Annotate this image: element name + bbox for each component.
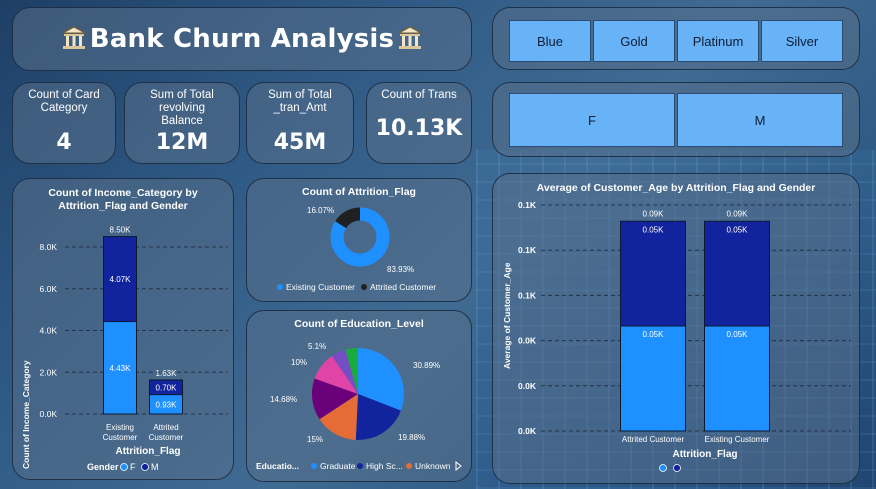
data-label-f: 0.05K <box>727 330 749 339</box>
slicer-blue[interactable]: Blue <box>509 20 591 62</box>
kpi-label: Sum of Total _tran_Amt <box>268 89 332 114</box>
data-label-f: 0.05K <box>643 330 665 339</box>
bank-icon <box>398 26 422 49</box>
legend-label-graduate: Graduate <box>320 461 356 471</box>
y-tick-label: 0.0K <box>518 381 537 391</box>
y-tick-label: 0.1K <box>518 200 537 210</box>
x-tick-label: Attrited <box>153 423 178 432</box>
slicer-silver[interactable]: Silver <box>761 20 843 62</box>
kpi-value: 12M <box>155 130 209 155</box>
customer-age-chart: Average of Customer_Age 0.0K 0.0K 0.0K 0.1K… <box>502 200 851 472</box>
data-label-total: 0.09K <box>727 209 749 218</box>
x-tick-label: Customer <box>149 433 184 442</box>
legend-marker-m <box>141 463 149 471</box>
income-category-chart: Count of Income_Category 0.0K 2.0K 4.0K 6.0… <box>21 226 228 472</box>
y-axis-label: Average of Customer_Age <box>502 262 512 369</box>
data-label-m: 0.70K <box>156 383 178 392</box>
kpi-label: Sum of Total revolving Balance <box>150 89 214 127</box>
legend-label-f: F <box>130 462 136 472</box>
legend-label-existing: Existing Customer <box>286 282 355 292</box>
pie-label: 10% <box>291 358 307 367</box>
legend-marker-attrited <box>361 284 367 290</box>
y-tick-label: 0.0K <box>518 336 537 346</box>
data-label-f: 4.43K <box>110 364 132 373</box>
gender-slicer: F M <box>492 82 860 157</box>
bar-segment-f[interactable] <box>704 325 770 432</box>
bar-segment-m[interactable] <box>704 220 770 327</box>
legend-title: Educatio... <box>256 461 299 471</box>
data-label-total: 0.09K <box>643 209 665 218</box>
slicer-male[interactable]: M <box>677 93 843 147</box>
dashboard-title-text: Bank Churn Analysis <box>89 24 395 54</box>
y-tick-label: 0.1K <box>518 245 537 255</box>
y-tick-label: 6.0K <box>40 284 58 294</box>
existing-pct-label: 83.93% <box>387 265 414 274</box>
kpi-card-count-trans: Count of Trans 10.13K <box>366 82 472 164</box>
slicer-gold[interactable]: Gold <box>593 20 675 62</box>
x-tick-label: Attrited Customer <box>622 435 685 444</box>
education-chart-panel: Count of Education_Level 30.89% 19.88% 1… <box>246 310 472 482</box>
pie-label: 15% <box>307 435 323 444</box>
slicer-female[interactable]: F <box>509 93 675 147</box>
card-category-slicer: Blue Gold Platinum Silver <box>492 7 860 70</box>
bank-icon <box>62 26 86 49</box>
y-tick-label: 2.0K <box>40 367 58 377</box>
kpi-value: 45M <box>273 130 327 155</box>
kpi-label: Count of Trans <box>381 89 457 101</box>
dashboard-title: Bank Churn Analysis <box>58 24 426 54</box>
x-tick-label: Existing <box>106 423 134 432</box>
legend-marker-unknown <box>406 463 412 469</box>
x-axis-label: Attrition_Flag <box>673 449 738 460</box>
legend-label-m: M <box>151 462 159 472</box>
kpi-label: Count of Card Category <box>28 89 100 114</box>
data-label-total: 8.50K <box>110 226 132 235</box>
legend-marker-graduate <box>311 463 317 469</box>
attrited-pct-label: 16.07% <box>307 206 334 215</box>
legend-marker-high-school <box>357 463 363 469</box>
kpi-value: 10.13K <box>375 116 463 141</box>
kpi-value: 4 <box>56 130 72 155</box>
kpi-card-tran-amt: Sum of Total _tran_Amt 45M <box>246 82 354 164</box>
y-tick-label: 0.1K <box>518 290 537 300</box>
kpi-card-card-category: Count of Card Category 4 <box>12 82 116 164</box>
bar-segment-m[interactable] <box>620 220 686 327</box>
y-tick-label: 0.0K <box>40 409 58 419</box>
x-tick-label: Customer <box>103 433 138 442</box>
legend-marker-existing <box>277 284 283 290</box>
pie-label: 5.1% <box>308 342 326 351</box>
x-tick-label: Existing Customer <box>705 435 770 444</box>
legend-next-arrow-icon[interactable] <box>455 460 462 472</box>
legend-label-high-school: High Sc... <box>366 461 403 471</box>
y-tick-label: 0.0K <box>518 426 537 436</box>
customer-age-chart-panel: Average of Customer_Age by Attrition_Fla… <box>492 173 860 484</box>
data-label-m: 0.05K <box>727 225 749 234</box>
attrition-donut-chart: 16.07% 83.93% Existing Customer Attrited… <box>277 206 436 292</box>
data-label-f: 0.93K <box>156 400 178 409</box>
pie-label: 30.89% <box>413 361 440 370</box>
data-label-m: 0.05K <box>643 225 665 234</box>
title-panel: Bank Churn Analysis <box>12 7 472 71</box>
legend-title: Gender <box>87 462 119 472</box>
legend-marker-f <box>659 464 667 472</box>
pie-label: 14.68% <box>270 395 297 404</box>
data-label-total: 1.63K <box>156 369 178 378</box>
y-tick-label: 4.0K <box>40 326 58 336</box>
kpi-card-revolving-balance: Sum of Total revolving Balance 12M <box>124 82 240 164</box>
slicer-platinum[interactable]: Platinum <box>677 20 759 62</box>
legend-label-attrited: Attrited Customer <box>370 282 436 292</box>
legend-marker-m <box>673 464 681 472</box>
y-axis-label: Count of Income_Category <box>21 360 31 469</box>
education-pie-chart: 30.89% 19.88% 15% 14.68% 10% 5.1% Educat… <box>256 342 462 472</box>
x-axis-label: Attrition_Flag <box>116 446 181 457</box>
attrition-chart-panel: Count of Attrition_Flag 16.07% 83.93% Ex… <box>246 178 472 302</box>
data-label-m: 4.07K <box>110 275 132 284</box>
legend-label-unknown: Unknown <box>415 461 451 471</box>
y-tick-label: 8.0K <box>40 242 58 252</box>
income-category-chart-panel: Count of Income_Category by Attrition_Fl… <box>12 178 234 480</box>
bar-segment-f[interactable] <box>620 325 686 432</box>
legend-marker-f <box>120 463 128 471</box>
pie-label: 19.88% <box>398 433 425 442</box>
